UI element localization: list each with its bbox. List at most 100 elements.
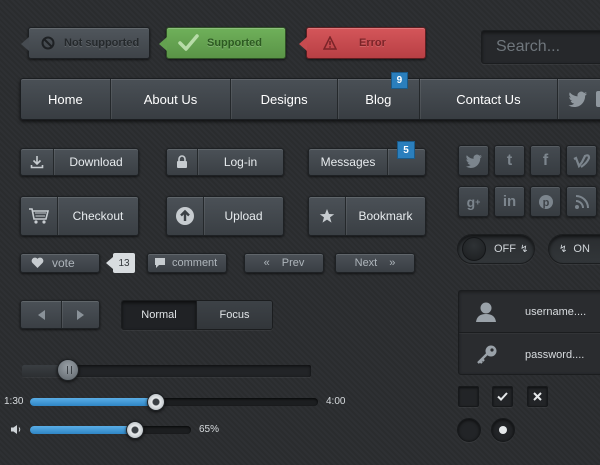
- bookmark-label: Bookmark: [358, 209, 413, 223]
- progress-fill: [30, 398, 156, 406]
- toggle-on-label: ON: [573, 243, 590, 255]
- vote-count: 13: [113, 253, 135, 273]
- toggle-on[interactable]: ↯ ON: [548, 234, 600, 264]
- checkbox-checked[interactable]: [492, 386, 513, 407]
- nav-item-home[interactable]: Home: [21, 79, 110, 119]
- progress-knob[interactable]: [147, 393, 165, 411]
- nav-item-designs[interactable]: Designs: [230, 79, 337, 119]
- double-chevron-left-icon: «: [263, 257, 270, 269]
- messages-badge: 5: [397, 141, 415, 159]
- username-field[interactable]: username....: [525, 306, 586, 318]
- arrow-right-button[interactable]: [61, 301, 99, 328]
- next-label: Next: [354, 257, 378, 269]
- error-pointer: [299, 37, 307, 51]
- login-label: Log-in: [223, 155, 258, 169]
- download-label: Download: [69, 155, 123, 169]
- twitter-icon[interactable]: [458, 145, 489, 176]
- svg-text:p: p: [542, 197, 549, 209]
- triangle-left-icon: [37, 309, 45, 320]
- next-button[interactable]: Next »: [335, 253, 415, 273]
- warning-icon: [323, 36, 337, 50]
- checkbox-empty[interactable]: [458, 386, 479, 407]
- lightning-icon: ↯: [559, 243, 568, 255]
- radio-selected[interactable]: [491, 418, 515, 442]
- upload-icon: [167, 197, 203, 235]
- segment-normal-label: Normal: [141, 309, 177, 321]
- password-field[interactable]: password....: [525, 349, 584, 361]
- checkout-label: Checkout: [72, 209, 124, 223]
- username-row[interactable]: username....: [459, 291, 600, 333]
- tumblr-icon[interactable]: t: [494, 145, 525, 176]
- nav-item-label: About Us: [143, 91, 198, 107]
- prev-label: Prev: [281, 257, 305, 269]
- volume-percent: 65%: [199, 424, 220, 435]
- arrow-button-group: [20, 300, 100, 329]
- search-input[interactable]: [481, 30, 600, 64]
- vote-label: vote: [52, 256, 75, 270]
- download-button[interactable]: Download: [20, 148, 139, 176]
- lock-icon: [167, 149, 197, 175]
- radio-empty[interactable]: [457, 418, 481, 442]
- upload-label: Upload: [224, 209, 263, 223]
- lightning-icon: ↯: [520, 243, 529, 255]
- volume-slider[interactable]: [30, 421, 191, 439]
- total-duration: 4:00: [326, 396, 346, 407]
- nav-item-about-us[interactable]: About Us: [109, 79, 231, 119]
- speaker-icon: [10, 424, 23, 435]
- cart-icon: [21, 197, 57, 235]
- elapsed-time: 1:30: [4, 396, 24, 407]
- nav-item-label: Home: [48, 91, 83, 107]
- bookmark-button[interactable]: Bookmark: [308, 196, 426, 236]
- volume-knob[interactable]: [126, 421, 144, 439]
- volume-fill: [30, 426, 135, 434]
- nav-item-label: Contact Us: [456, 91, 521, 107]
- upload-button[interactable]: Upload: [166, 196, 284, 236]
- vote-button[interactable]: vote: [20, 253, 100, 273]
- not-supported-alert: Not supported: [21, 27, 150, 59]
- cross-icon: [533, 392, 542, 401]
- user-icon: [474, 301, 498, 323]
- checkbox-crossed[interactable]: [527, 386, 548, 407]
- comment-label: comment: [172, 257, 218, 269]
- segment-focus[interactable]: Focus: [196, 301, 272, 329]
- nav-item-label: Designs: [260, 91, 308, 107]
- rss-icon-nav[interactable]: [596, 91, 600, 107]
- not-supported-pointer: [21, 37, 29, 51]
- google-plus-icon[interactable]: g +: [458, 186, 489, 217]
- nav-item-blog[interactable]: Blog 9: [336, 72, 419, 119]
- login-form: username.... password....: [458, 290, 600, 375]
- prev-button[interactable]: « Prev: [244, 253, 324, 273]
- twitter-icon[interactable]: [568, 91, 588, 107]
- radio-dot-icon: [499, 426, 507, 434]
- toggle-off[interactable]: OFF ↯: [457, 234, 535, 264]
- nav-item-label: Blog: [365, 91, 392, 107]
- progress-slider[interactable]: [30, 393, 318, 411]
- triangle-right-icon: [77, 309, 84, 320]
- main-nav: Home About Us Designs Blog 9 Contact Us: [20, 72, 600, 120]
- vimeo-icon[interactable]: [566, 145, 597, 176]
- normal-focus-segmented: Normal Focus: [121, 300, 273, 330]
- facebook-icon[interactable]: f: [530, 145, 561, 176]
- nav-item-contact-us[interactable]: Contact Us: [418, 79, 558, 119]
- plain-slider[interactable]: [22, 359, 311, 381]
- toggle-off-label: OFF: [494, 243, 516, 255]
- arrow-left-button[interactable]: [21, 301, 61, 328]
- nav-social: [557, 79, 600, 119]
- password-row[interactable]: password....: [459, 334, 600, 376]
- heart-icon: [31, 257, 44, 269]
- star-icon: [309, 197, 345, 235]
- messages-label: Messages: [320, 155, 376, 169]
- pinterest-icon[interactable]: p: [530, 186, 561, 217]
- login-button[interactable]: Log-in: [166, 148, 284, 176]
- messages-button[interactable]: Messages 5: [308, 141, 426, 176]
- checkout-button[interactable]: Checkout: [20, 196, 139, 236]
- rss-icon[interactable]: [566, 186, 597, 217]
- segment-normal[interactable]: Normal: [122, 301, 196, 329]
- linkedin-icon[interactable]: in: [494, 186, 525, 217]
- supported-pointer: [159, 37, 167, 51]
- comment-button[interactable]: comment: [147, 253, 227, 273]
- ban-icon: [41, 36, 55, 50]
- check-icon: [497, 392, 508, 401]
- error-label: Error: [359, 37, 386, 49]
- plain-slider-knob[interactable]: [57, 359, 79, 381]
